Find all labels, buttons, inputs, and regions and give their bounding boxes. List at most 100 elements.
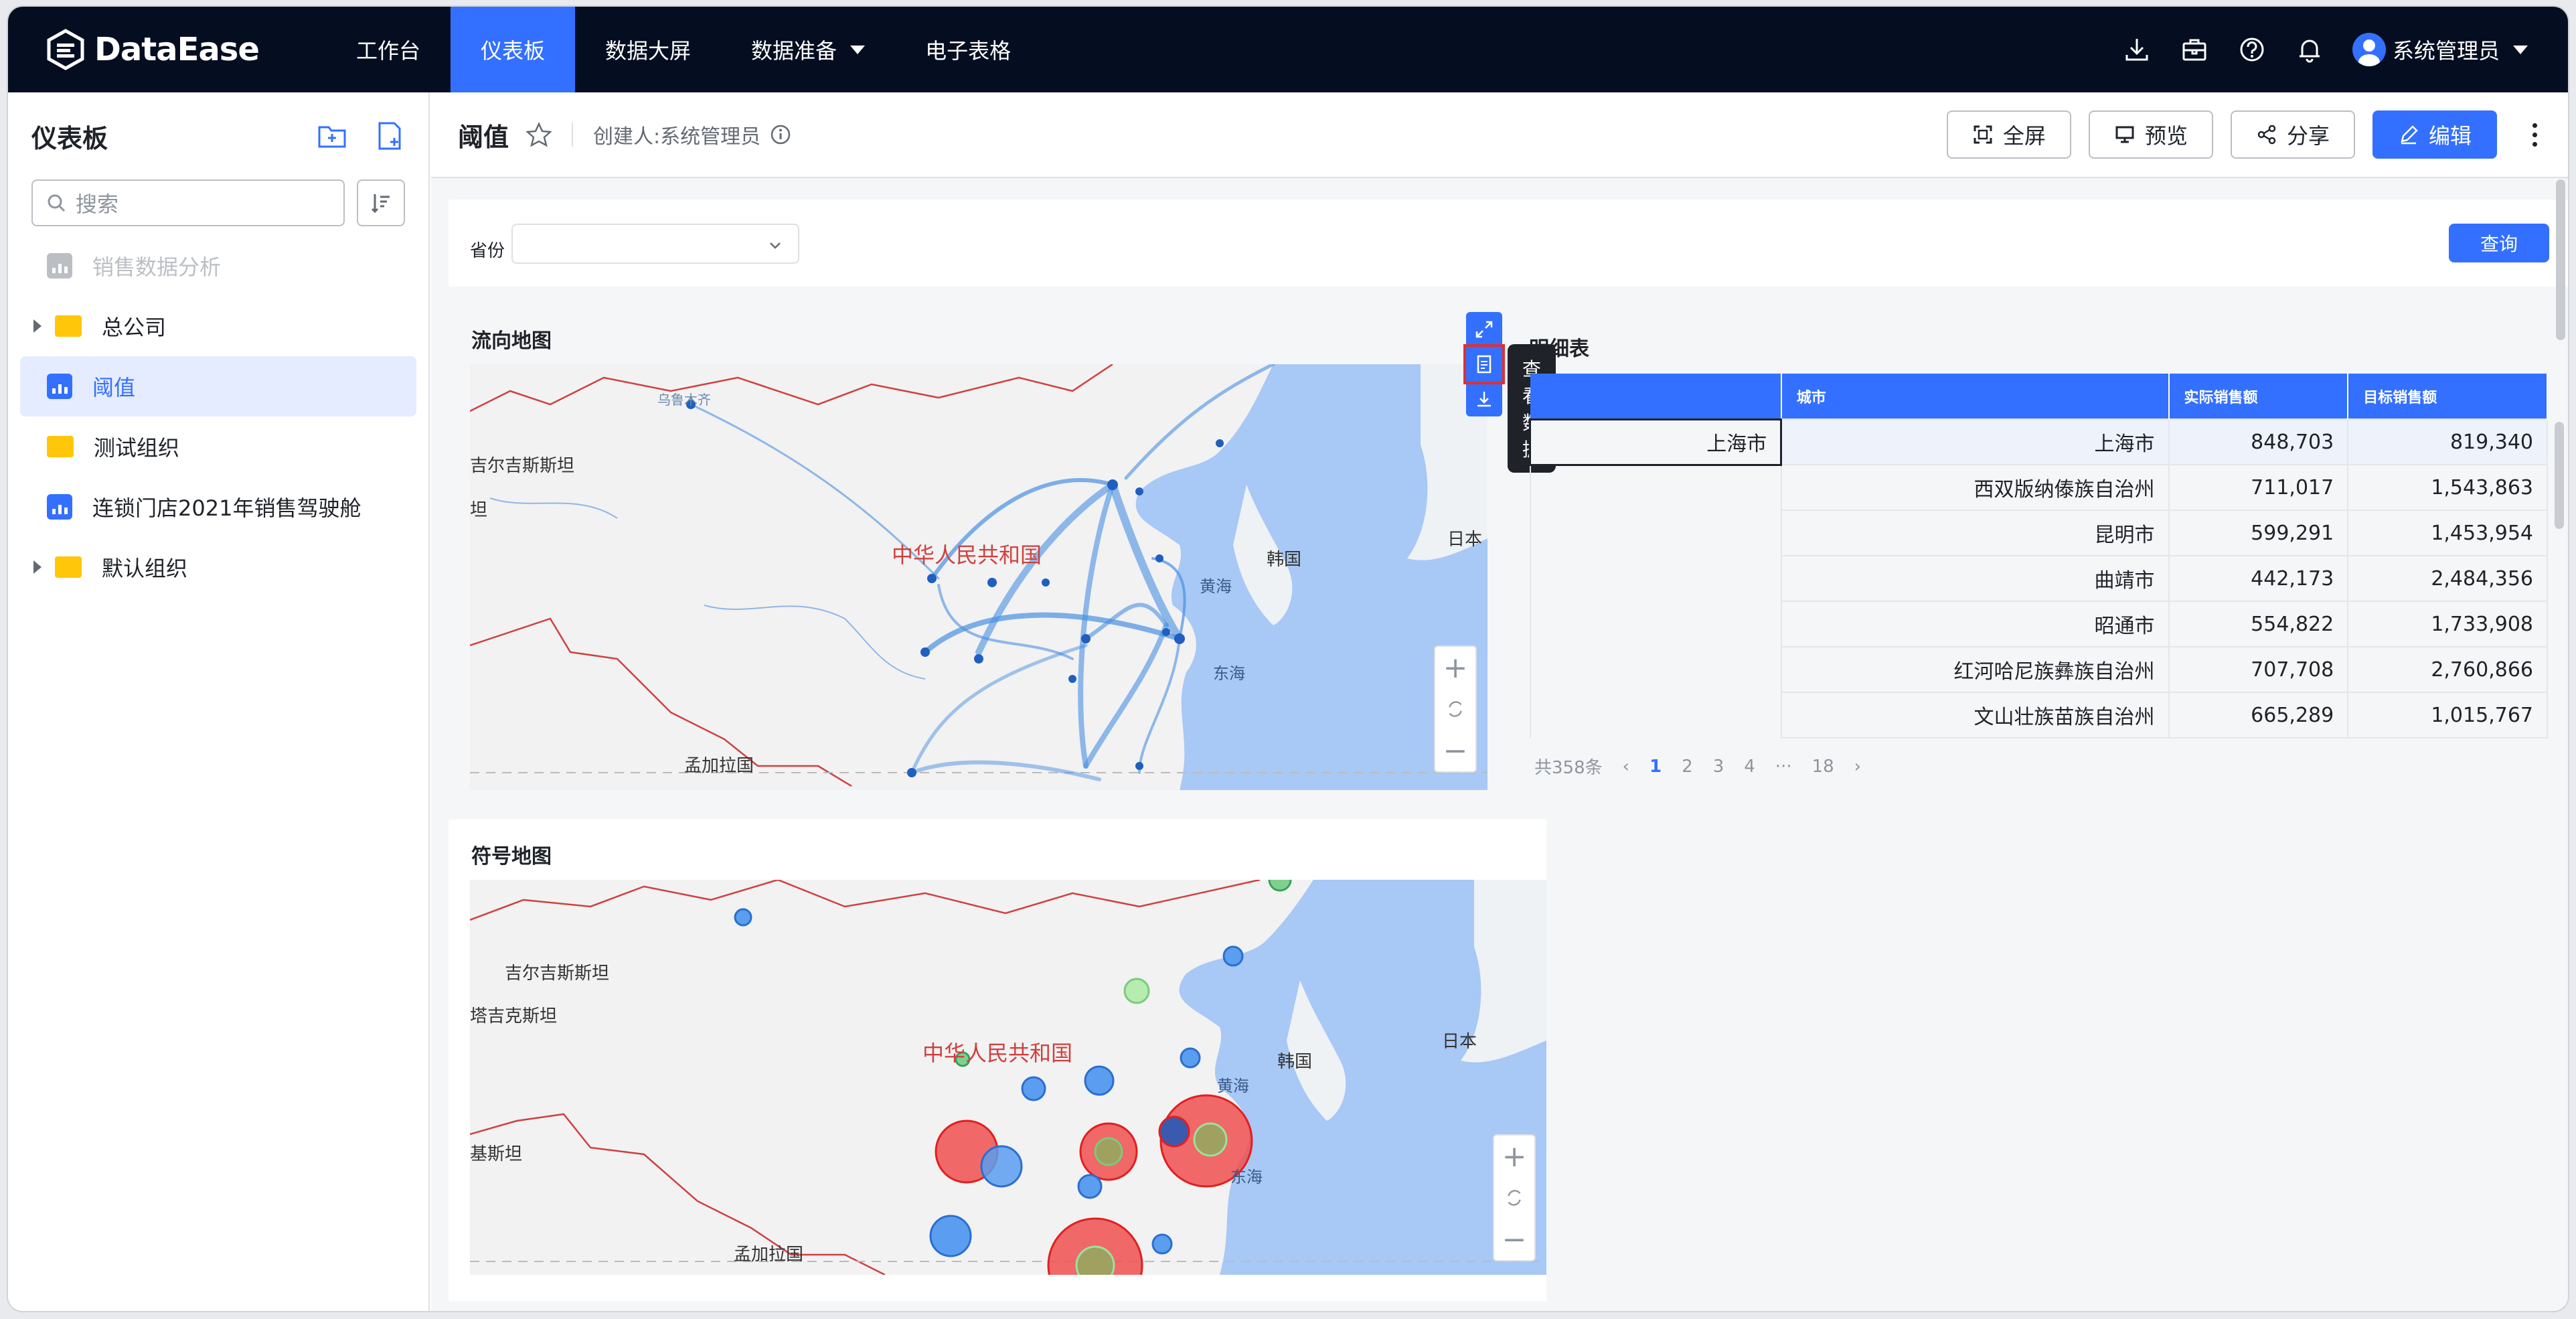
map-country-label: 中华人民共和国 [892,543,1042,567]
user-menu[interactable]: 系统管理员 [2352,33,2528,66]
expand-icon[interactable] [1466,312,1502,347]
search-input[interactable]: 搜索 [31,179,345,226]
table-cell[interactable]: 2,484,356 [2347,555,2548,602]
prev-page-icon[interactable]: ‹ [1623,757,1629,777]
page-18[interactable]: 18 [1812,757,1834,777]
page-ellipsis[interactable]: ··· [1775,757,1792,777]
page-2[interactable]: 2 [1682,757,1693,777]
nav-data-screen[interactable]: 数据大屏 [575,7,721,92]
nav-dashboard[interactable]: 仪表板 [451,7,576,92]
edit-button[interactable]: 编辑 [2372,110,2497,159]
flow-map[interactable]: 中华人民共和国 黄海 东海 韩国 日本 吉尔吉斯斯坦 坦 孟加拉国 乌鲁木齐 +… [470,364,1487,790]
page-3[interactable]: 3 [1713,757,1724,777]
column-header[interactable]: 目标销售额 [2348,374,2548,419]
info-icon[interactable] [770,124,791,145]
column-header[interactable]: 实际销售额 [2168,374,2349,419]
table-cell[interactable] [1529,465,1782,510]
download-icon[interactable] [2122,35,2152,64]
tree-item-threshold[interactable]: 阈值 [20,356,416,416]
table-cell[interactable]: 665,289 [2168,692,2349,739]
map-sea-label: 黄海 [1217,1077,1249,1095]
tree-item-default-org[interactable]: 默认组织 [20,537,416,597]
caret-right-icon[interactable] [33,319,42,333]
map-country-label: 塔吉克斯坦 [470,1006,557,1026]
zoom-in-icon[interactable]: + [1435,647,1475,688]
symbol-map[interactable]: 中华人民共和国 黄海 东海 韩国 日本 吉尔吉斯斯坦 塔吉克斯坦 基斯坦 孟加拉… [470,880,1546,1275]
sidebar-header: 仪表板 [8,92,428,179]
new-dashboard-icon[interactable] [374,121,405,151]
help-icon[interactable] [2237,35,2267,64]
next-page-icon[interactable]: › [1854,757,1861,777]
table-cell[interactable] [1529,601,1782,647]
table-cell[interactable]: 昭通市 [1780,601,2170,647]
sort-button[interactable] [357,179,405,226]
more-icon[interactable] [2528,123,2541,147]
table-cell[interactable]: 1,015,767 [2347,692,2548,739]
new-folder-icon[interactable] [317,121,347,151]
column-header[interactable]: 城市 [1781,374,2170,419]
query-button[interactable]: 查询 [2449,224,2549,262]
caret-right-icon[interactable] [33,560,42,574]
table-cell[interactable]: 599,291 [2168,510,2349,556]
table-row[interactable]: 西双版纳傣族自治州 711,017 1,543,863 [1529,464,2548,511]
table-cell[interactable] [1529,647,1782,692]
map-country-label: 日本 [1447,529,1482,549]
export-icon[interactable] [1466,382,1502,416]
table-cell[interactable]: 1,543,863 [2347,464,2548,511]
dataease-logo-icon [47,29,84,70]
view-data-icon[interactable] [1463,344,1505,384]
table-cell[interactable]: 上海市 [1528,418,1783,466]
button-label: 编辑 [2428,123,2472,149]
preview-button[interactable]: 预览 [2088,110,2213,159]
table-row[interactable]: 文山壮族苗族自治州 665,289 1,015,767 [1529,692,2548,739]
table-row[interactable]: 上海市 上海市 848,703 819,340 [1528,418,2548,466]
table-cell[interactable]: 文山壮族苗族自治州 [1780,692,2170,739]
table-cell[interactable] [1529,692,1782,738]
column-header[interactable]: 省份 [1530,374,1782,419]
reset-icon[interactable] [1494,1177,1534,1219]
fullscreen-button[interactable]: 全屏 [1946,110,2071,159]
table-cell[interactable]: 1,733,908 [2347,601,2548,647]
table-cell[interactable]: 711,017 [2168,464,2349,511]
page-scrollbar[interactable] [2556,179,2565,340]
tree-item-sales-analysis[interactable]: 销售数据分析 [20,236,416,296]
share-button[interactable]: 分享 [2230,110,2355,159]
reset-icon[interactable] [1435,688,1475,730]
table-cell[interactable]: 819,340 [2347,418,2548,465]
table-row[interactable]: 红河哈尼族彝族自治州 707,708 2,760,866 [1529,646,2548,693]
nav-workbench[interactable]: 工作台 [326,7,451,92]
nav-data-prep[interactable]: 数据准备 [721,7,895,92]
nav-spreadsheet[interactable]: 电子表格 [895,7,1041,92]
page-4[interactable]: 4 [1744,757,1755,777]
page-1[interactable]: 1 [1649,757,1662,777]
table-row[interactable]: 曲靖市 442,173 2,484,356 [1529,555,2548,602]
table-cell[interactable]: 442,173 [2168,555,2349,602]
folder-icon [47,436,74,457]
table-cell[interactable]: 红河哈尼族彝族自治州 [1780,646,2170,693]
tree-item-test-org[interactable]: 测试组织 [20,416,416,477]
table-cell[interactable]: 1,453,954 [2347,510,2548,556]
zoom-out-icon[interactable]: − [1494,1219,1534,1260]
province-select[interactable] [511,224,799,264]
table-cell[interactable]: 上海市 [1780,418,2170,465]
zoom-in-icon[interactable]: + [1494,1136,1534,1177]
table-cell[interactable]: 554,822 [2168,601,2349,647]
table-cell[interactable]: 707,708 [2168,646,2349,693]
zoom-out-icon[interactable]: − [1435,730,1475,771]
star-icon[interactable] [526,122,552,147]
table-cell[interactable] [1529,556,1782,601]
table-scrollbar[interactable] [2555,422,2564,529]
table-cell[interactable]: 昆明市 [1780,510,2170,556]
bell-icon[interactable] [2295,35,2324,64]
table-cell[interactable]: 西双版纳傣族自治州 [1780,464,2170,511]
table-cell[interactable] [1529,510,1782,556]
logo[interactable]: DataEase [45,29,326,70]
table-row[interactable]: 昆明市 599,291 1,453,954 [1529,510,2548,556]
table-row[interactable]: 昭通市 554,822 1,733,908 [1529,601,2548,647]
table-cell[interactable]: 曲靖市 [1780,555,2170,602]
tree-item-chain-store[interactable]: 连锁门店2021年销售驾驶舱 [20,477,416,537]
toolbox-icon[interactable] [2180,35,2209,64]
tree-item-head-office[interactable]: 总公司 [20,296,416,356]
table-cell[interactable]: 2,760,866 [2347,646,2548,693]
table-cell[interactable]: 848,703 [2168,418,2349,465]
